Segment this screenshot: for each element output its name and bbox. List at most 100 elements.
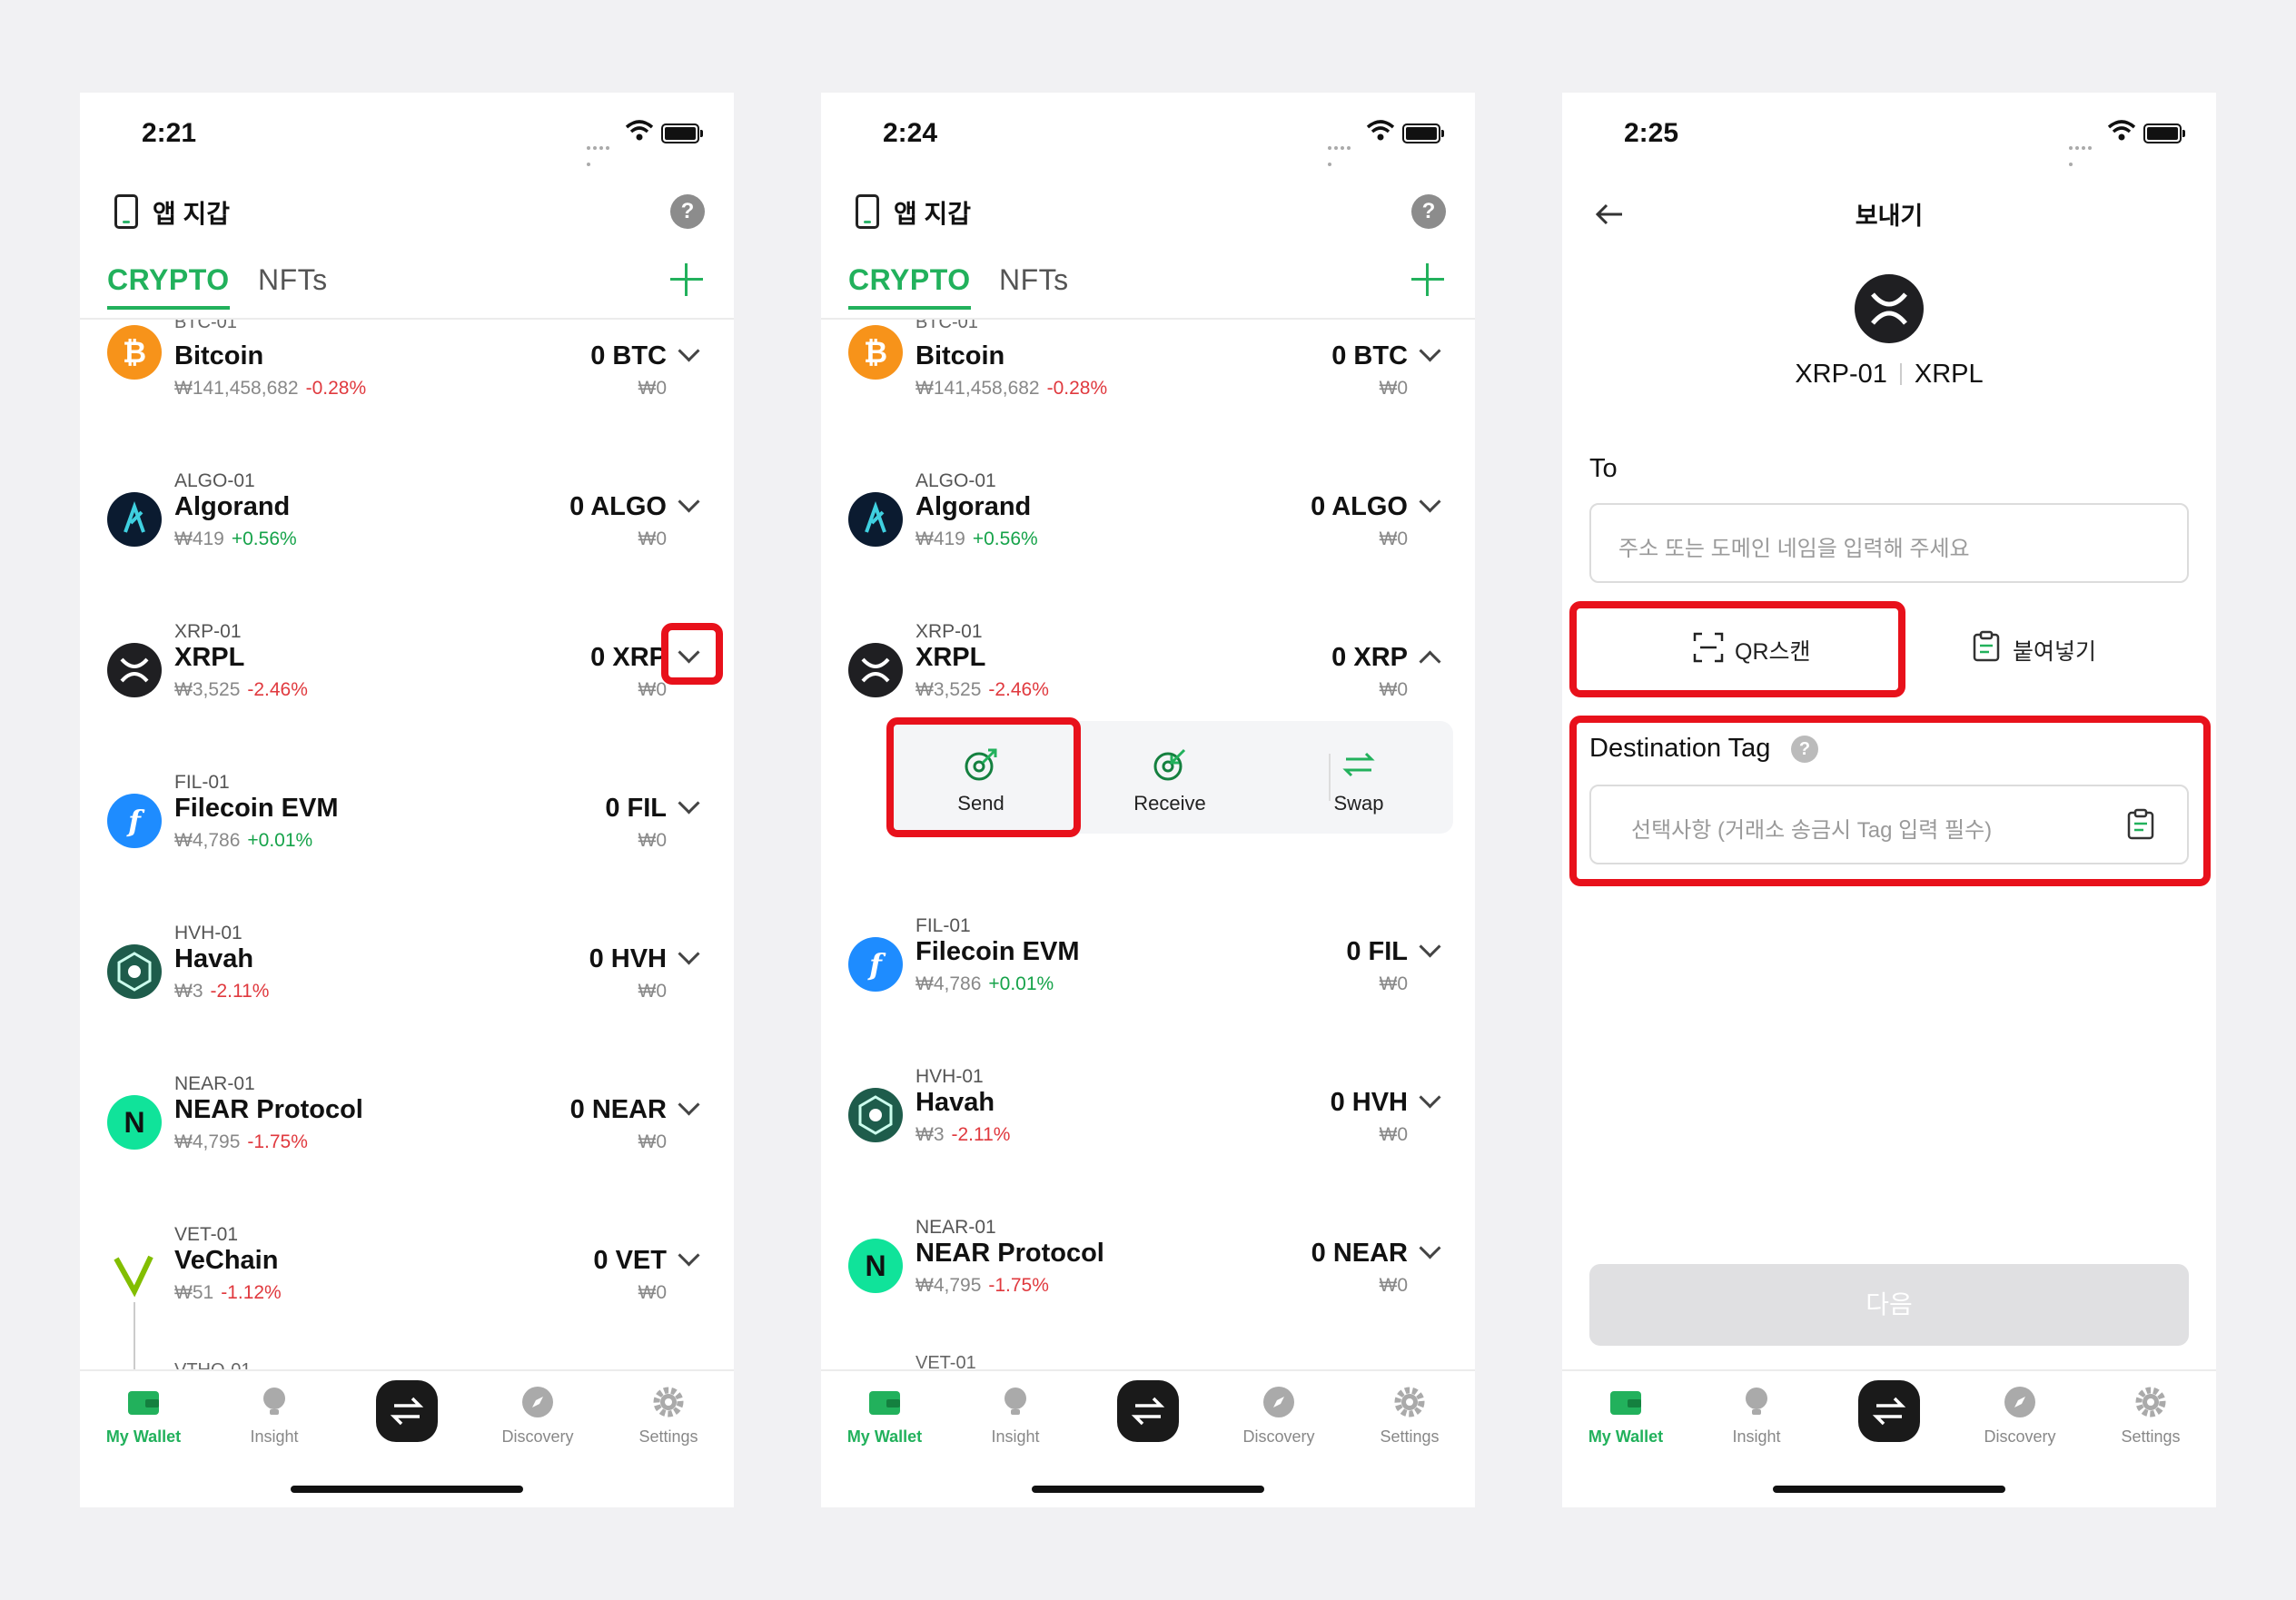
wallet-screen-list: 2:21 앱 지갑 ? CRYPTO NFTs BTC-01 ₿ Bitcoin… (80, 93, 734, 1507)
asset-amount: 0 ALGO (569, 492, 667, 521)
add-asset-button[interactable] (670, 263, 703, 296)
near-icon: N (848, 1239, 903, 1293)
asset-price: ₩4,795 -1.75% (174, 1131, 308, 1152)
xrp-icon (107, 643, 162, 697)
asset-tabs: CRYPTO NFTs (80, 256, 734, 320)
paste-label: 붙여넣기 (2013, 639, 2097, 665)
receive-icon (1153, 748, 1186, 781)
swap-button[interactable]: Swap (1264, 721, 1453, 834)
asset-row-bitcoin[interactable]: ₿ Bitcoin ₩141,458,682 -0.28% 0 BTC ₩0 (821, 320, 1475, 470)
chevron-down-icon[interactable] (678, 340, 700, 362)
chevron-down-icon[interactable] (1419, 1086, 1441, 1109)
asset-row-xrpl[interactable]: XRP-01 XRPL ₩3,525 -2.46% 0 XRP ₩0 (80, 607, 734, 757)
tab-my-wallet[interactable]: My Wallet (1571, 1384, 1680, 1447)
tab-discovery[interactable]: Discovery (1224, 1384, 1333, 1447)
asset-row-algorand[interactable]: ALGO-01 Algorand ₩419 +0.56% 0 ALGO ₩0 (80, 456, 734, 607)
highlight-box (886, 717, 1081, 837)
tab-my-wallet[interactable]: My Wallet (89, 1384, 198, 1447)
gear-icon (2133, 1384, 2169, 1420)
swap-center-button[interactable] (1858, 1380, 1920, 1442)
asset-amount: 0 FIL (605, 794, 667, 823)
asset-fiat: ₩0 (1379, 378, 1409, 399)
page-title: 보내기 (1855, 202, 1924, 230)
tab-my-wallet[interactable]: My Wallet (830, 1384, 939, 1447)
tab-nfts[interactable]: NFTs (258, 263, 328, 297)
tab-discovery[interactable]: Discovery (1965, 1384, 2074, 1447)
add-asset-button[interactable] (1411, 263, 1444, 296)
asset-list: BTC-01 ₿ Bitcoin ₩141,458,682 -0.28% 0 BT… (80, 320, 734, 1373)
tab-crypto[interactable]: CRYPTO (107, 263, 230, 310)
wifi-icon (625, 120, 654, 141)
lightbulb-icon (1738, 1384, 1775, 1420)
swap-center-button[interactable] (376, 1380, 438, 1442)
to-label: To (1589, 454, 1618, 483)
chevron-down-icon[interactable] (1419, 490, 1441, 513)
chevron-down-icon[interactable] (678, 1093, 700, 1116)
asset-price: ₩4,786 +0.01% (915, 973, 1054, 994)
asset-row-filecoin[interactable]: FIL-01 f Filecoin EVM ₩4,786 +0.01% 0 FIL… (80, 757, 734, 908)
asset-amount: 0 HVH (1330, 1088, 1408, 1117)
bitcoin-icon: ₿ (107, 325, 162, 380)
asset-row-near[interactable]: NEAR-01 N NEAR Protocol ₩4,795 -1.75% 0 N… (821, 1202, 1475, 1353)
tab-label: Insight (1732, 1427, 1781, 1446)
havah-icon (107, 944, 162, 999)
asset-symbol: XRP-01 (915, 621, 983, 642)
asset-fiat: ₩0 (638, 1131, 668, 1152)
lightbulb-icon (997, 1384, 1034, 1420)
status-bar: 2:25 (1562, 93, 2216, 174)
asset-row-bitcoin[interactable]: ₿ Bitcoin ₩141,458,682 -0.28% 0 BTC ₩0 (80, 320, 734, 470)
paste-button[interactable]: 붙여넣기 (1925, 607, 2180, 688)
tab-nfts[interactable]: NFTs (999, 263, 1069, 297)
asset-name: Filecoin EVM (174, 794, 339, 823)
asset-row-havah[interactable]: HVH-01 Havah ₩3 -2.11% 0 HVH ₩0 (821, 1052, 1475, 1202)
status-time: 2:24 (883, 118, 938, 148)
chevron-up-icon[interactable] (1419, 650, 1441, 673)
tab-discovery[interactable]: Discovery (483, 1384, 592, 1447)
tab-settings[interactable]: Settings (614, 1384, 723, 1447)
header: 앱 지갑 ? (821, 183, 1475, 247)
chevron-down-icon[interactable] (1419, 340, 1441, 362)
wallet-icon (125, 1384, 162, 1420)
tab-settings[interactable]: Settings (1355, 1384, 1464, 1447)
receive-button[interactable]: Receive (1075, 721, 1264, 834)
page-title: 앱 지갑 (153, 200, 231, 228)
chevron-down-icon[interactable] (678, 792, 700, 815)
address-placeholder: 주소 또는 도메인 네임을 입력해 주세요 (1618, 537, 1970, 561)
tab-insight[interactable]: Insight (1702, 1384, 1811, 1447)
chevron-down-icon[interactable] (678, 490, 700, 513)
tab-settings[interactable]: Settings (2096, 1384, 2205, 1447)
next-button[interactable]: 다음 (1589, 1264, 2189, 1346)
highlight-box (661, 623, 723, 685)
chevron-down-icon[interactable] (1419, 935, 1441, 958)
havah-icon (848, 1088, 903, 1142)
asset-symbol: NEAR-01 (915, 1217, 996, 1238)
chevron-down-icon[interactable] (1419, 1237, 1441, 1259)
coin-id: XRP-01 (1795, 360, 1887, 389)
asset-row-havah[interactable]: HVH-01 Havah ₩3 -2.11% 0 HVH ₩0 (80, 908, 734, 1059)
asset-amount: 0 XRP (1331, 643, 1408, 672)
swap-icon (1342, 752, 1375, 777)
asset-row-vechain[interactable]: VET-01 VeChain ₩51 -1.12% 0 VET ₩0 (80, 1210, 734, 1360)
chevron-down-icon[interactable] (678, 1244, 700, 1267)
tab-insight[interactable]: Insight (220, 1384, 329, 1447)
asset-fiat: ₩0 (638, 981, 668, 1002)
tab-insight[interactable]: Insight (961, 1384, 1070, 1447)
swap-icon (1872, 1397, 1906, 1426)
battery-icon (1402, 123, 1444, 143)
help-button[interactable]: ? (670, 194, 705, 229)
filecoin-icon: f (107, 794, 162, 848)
asset-row-filecoin[interactable]: FIL-01 f Filecoin EVM ₩4,786 +0.01% 0 FIL… (821, 901, 1475, 1052)
chevron-down-icon[interactable] (678, 943, 700, 965)
asset-name: Algorand (915, 492, 1032, 521)
asset-row-algorand[interactable]: ALGO-01 Algorand ₩419 +0.56% 0 ALGO ₩0 (821, 456, 1475, 607)
status-time: 2:25 (1624, 118, 1679, 148)
help-button[interactable]: ? (1411, 194, 1446, 229)
swap-center-button[interactable] (1117, 1380, 1179, 1442)
address-input[interactable]: 주소 또는 도메인 네임을 입력해 주세요 (1589, 503, 2189, 583)
tab-crypto[interactable]: CRYPTO (848, 263, 971, 310)
receive-label: Receive (1133, 792, 1206, 815)
asset-row-near[interactable]: NEAR-01 N NEAR Protocol ₩4,795 -1.75% 0 N… (80, 1059, 734, 1210)
asset-fiat: ₩0 (638, 679, 668, 700)
asset-amount: 0 ALGO (1311, 492, 1408, 521)
asset-amount: 0 FIL (1346, 937, 1408, 966)
